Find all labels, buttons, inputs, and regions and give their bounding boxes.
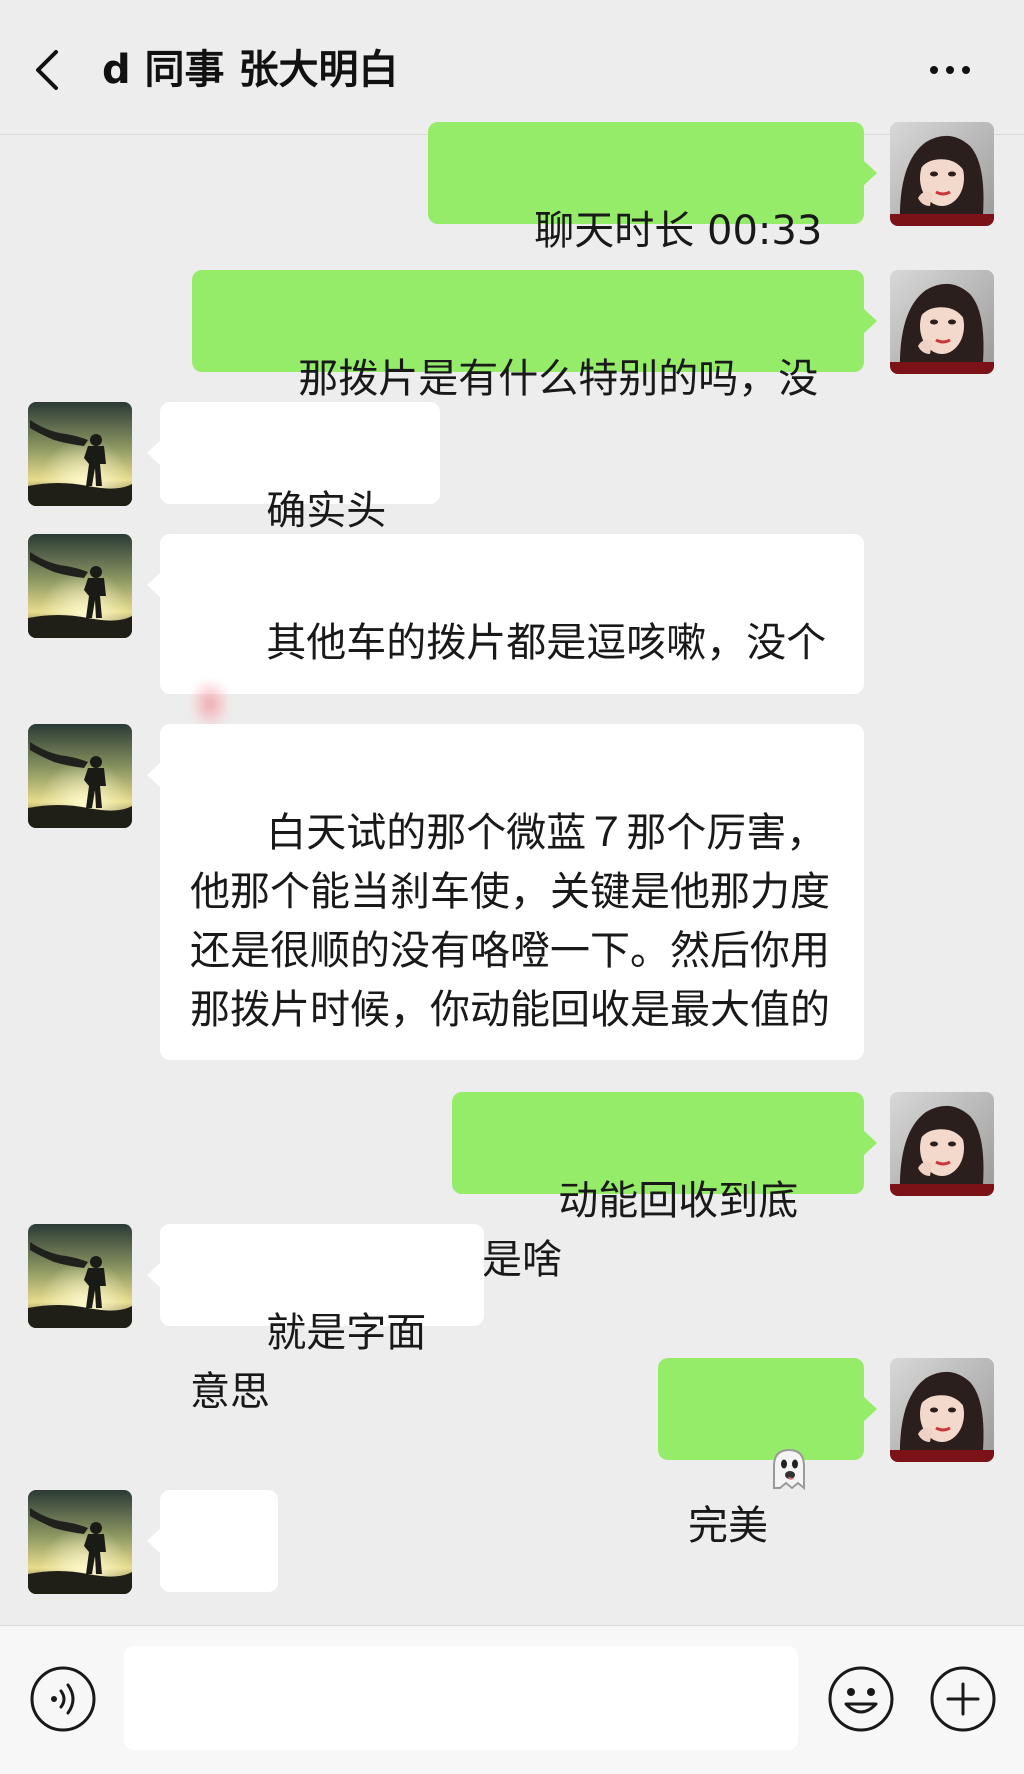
emoji-button[interactable] (826, 1664, 896, 1734)
message-bubble[interactable]: 其他车的拨片都是逗咳嗽，没个用 (147, 534, 864, 784)
voice-icon (30, 1666, 96, 1732)
avatar[interactable] (28, 724, 132, 828)
message-bubble[interactable]: 就是字面意思 (147, 1224, 484, 1415)
message-bubble[interactable]: 白天试的那个微蓝７那个厉害，他那个能当刹车使，关键是他那力度还是很顺的没有咯噔一… (147, 724, 864, 1060)
more-dots-icon (930, 66, 970, 74)
selfie-avatar-icon (890, 270, 994, 374)
avatar[interactable] (28, 402, 132, 506)
back-button[interactable] (24, 40, 76, 100)
message-bubble[interactable]: 聊天时长 00:33 (428, 122, 877, 303)
avatar[interactable] (28, 1490, 132, 1594)
silhouette-avatar-icon (28, 534, 132, 638)
call-duration-text: 聊天时长 00:33 (534, 208, 823, 254)
message-text: 其他车的拨片都是逗咳嗽，没个 (266, 620, 827, 666)
chat-header: d 同事 张大明白 (0, 0, 1024, 135)
ghost-icon (773, 1448, 806, 1491)
silhouette-avatar-icon (28, 1490, 132, 1594)
plus-icon (930, 1666, 996, 1732)
message-bubble[interactable]: 确实头回见 (147, 402, 440, 593)
silhouette-avatar-icon (28, 724, 132, 828)
avatar[interactable] (890, 1358, 994, 1462)
avatar[interactable] (28, 534, 132, 638)
message-bubble[interactable]: 完美 (658, 1358, 877, 1549)
avatar[interactable] (28, 1224, 132, 1328)
message-text: 就是字面意思 (190, 1310, 427, 1415)
selfie-avatar-icon (890, 1358, 994, 1462)
voice-button[interactable] (28, 1664, 98, 1734)
message-list[interactable]: 聊天时长 00:33 那拨片是有什么特别的吗，没懂 确实头回见 其他车的拨片都是… (0, 122, 1024, 1684)
chevron-left-icon (36, 50, 58, 90)
more-functions-button[interactable] (928, 1664, 998, 1734)
silhouette-avatar-icon (28, 1224, 132, 1328)
avatar[interactable] (890, 270, 994, 374)
chat-title: d 同事 张大明白 (102, 47, 399, 93)
blurred-emoji-icon (190, 679, 230, 729)
selfie-avatar-icon (890, 122, 994, 226)
message-text: 动能回收到底是啥 (482, 1178, 799, 1283)
message-bubble[interactable]: 那拨片是有什么特别的吗，没懂 (192, 270, 877, 461)
message-text: 白天试的那个微蓝７那个厉害，他那个能当刹车使，关键是他那力度还是很顺的没有咯噔一… (190, 810, 830, 1033)
avatar[interactable] (890, 122, 994, 226)
message-bubble[interactable]: 动能回收到底是啥 (452, 1092, 877, 1283)
avatar[interactable] (890, 1092, 994, 1196)
message-text: 完美 (688, 1503, 768, 1549)
message-input[interactable] (124, 1646, 798, 1750)
more-button[interactable] (920, 40, 980, 100)
silhouette-avatar-icon (28, 402, 132, 506)
message-bubble[interactable] (147, 1490, 278, 1684)
input-bar (0, 1625, 1024, 1774)
smiley-icon (828, 1666, 894, 1732)
selfie-avatar-icon (890, 1092, 994, 1196)
